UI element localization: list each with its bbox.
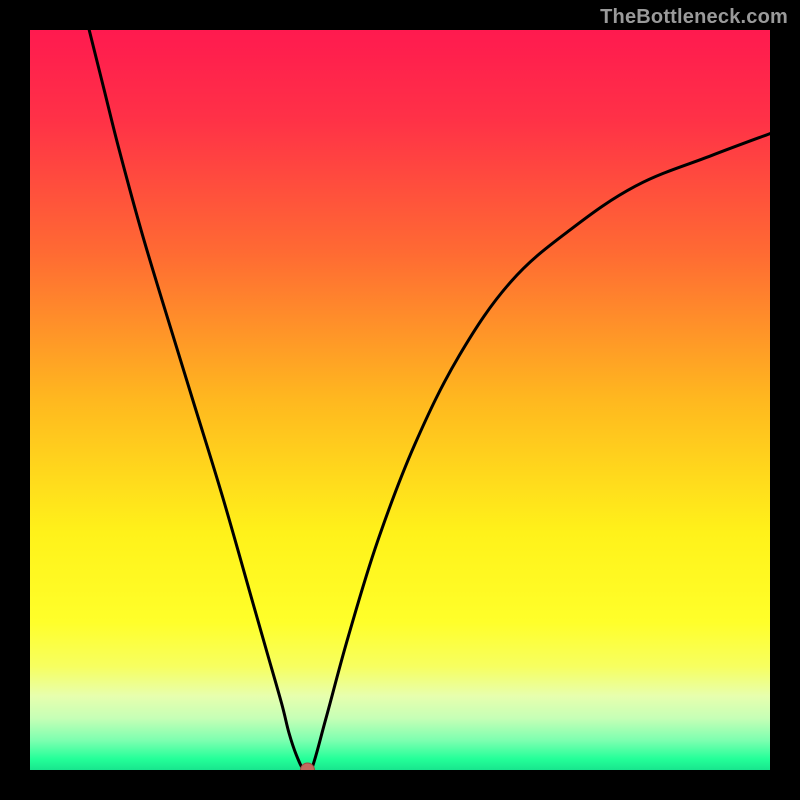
- plot-area: [30, 30, 770, 770]
- gradient-background: [30, 30, 770, 770]
- chart-frame: TheBottleneck.com: [0, 0, 800, 800]
- watermark-text: TheBottleneck.com: [600, 6, 788, 29]
- bottleneck-chart: [30, 30, 770, 770]
